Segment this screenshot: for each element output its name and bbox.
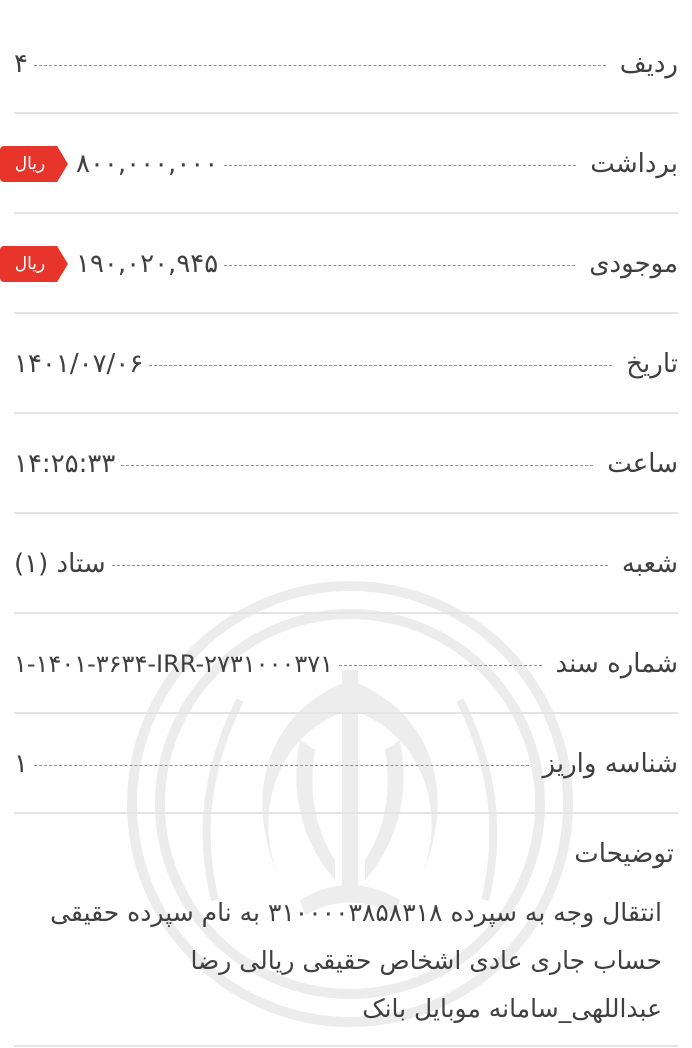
- time-value: ۱۴:۲۵:۳۳: [14, 449, 116, 479]
- deposit-id-label: شناسه واریز: [542, 749, 678, 779]
- deposit-id-value: ۱: [14, 749, 28, 779]
- time-label: ساعت: [607, 449, 678, 479]
- date-value: ۱۴۰۱/۰۷/۰۶: [14, 349, 144, 379]
- row-date: تاریخ ۱۴۰۱/۰۷/۰۶: [14, 314, 678, 414]
- row-balance: موجودی ۱۹۰,۰۲۰,۹۴۵ ریال: [0, 214, 678, 314]
- row-index-label: ردیف: [619, 49, 678, 79]
- balance-label: موجودی: [589, 249, 678, 279]
- dashed-leader: [224, 164, 577, 166]
- currency-badge: ریال: [0, 246, 68, 282]
- description-text: انتقال وجه به سپرده ۳۱۰۰۰۰۳۸۵۸۳۱۸ به نام…: [50, 898, 662, 1023]
- row-index: ردیف ۴: [14, 14, 678, 114]
- dashed-leader: [224, 264, 576, 266]
- dashed-leader: [33, 764, 529, 766]
- withdrawal-label: برداشت: [590, 149, 678, 179]
- description-title: توضیحات: [574, 839, 674, 869]
- document-number-label: شماره سند: [555, 649, 678, 679]
- row-time: ساعت ۱۴:۲۵:۳۳: [14, 414, 678, 514]
- dashed-leader: [149, 364, 613, 366]
- row-withdrawal: برداشت ۸۰۰,۰۰۰,۰۰۰ ریال: [0, 114, 678, 214]
- currency-badge: ریال: [0, 146, 68, 182]
- dashed-leader: [121, 464, 594, 466]
- balance-value: ۱۹۰,۰۲۰,۹۴۵: [76, 249, 219, 279]
- dashed-leader: [339, 664, 542, 666]
- branch-label: شعبه: [621, 549, 678, 579]
- description-section: توضیحات انتقال وجه به سپرده ۳۱۰۰۰۰۳۸۵۸۳۱…: [14, 815, 678, 1047]
- branch-value: ستاد (۱): [14, 549, 106, 579]
- dashed-leader: [111, 564, 608, 566]
- withdrawal-value: ۸۰۰,۰۰۰,۰۰۰: [76, 149, 219, 179]
- date-label: تاریخ: [626, 349, 678, 379]
- row-branch: شعبه ستاد (۱): [14, 514, 678, 614]
- row-deposit-id: شناسه واریز ۱: [14, 714, 678, 814]
- document-number-value: ۱-۱۴۰۱-۳۶۳۴-IRR-۲۷۳۱۰۰۰۳۷۱: [14, 650, 334, 678]
- dashed-leader: [33, 64, 606, 66]
- row-document-number: شماره سند ۱-۱۴۰۱-۳۶۳۴-IRR-۲۷۳۱۰۰۰۳۷۱: [14, 614, 678, 714]
- row-index-value: ۴: [14, 49, 28, 79]
